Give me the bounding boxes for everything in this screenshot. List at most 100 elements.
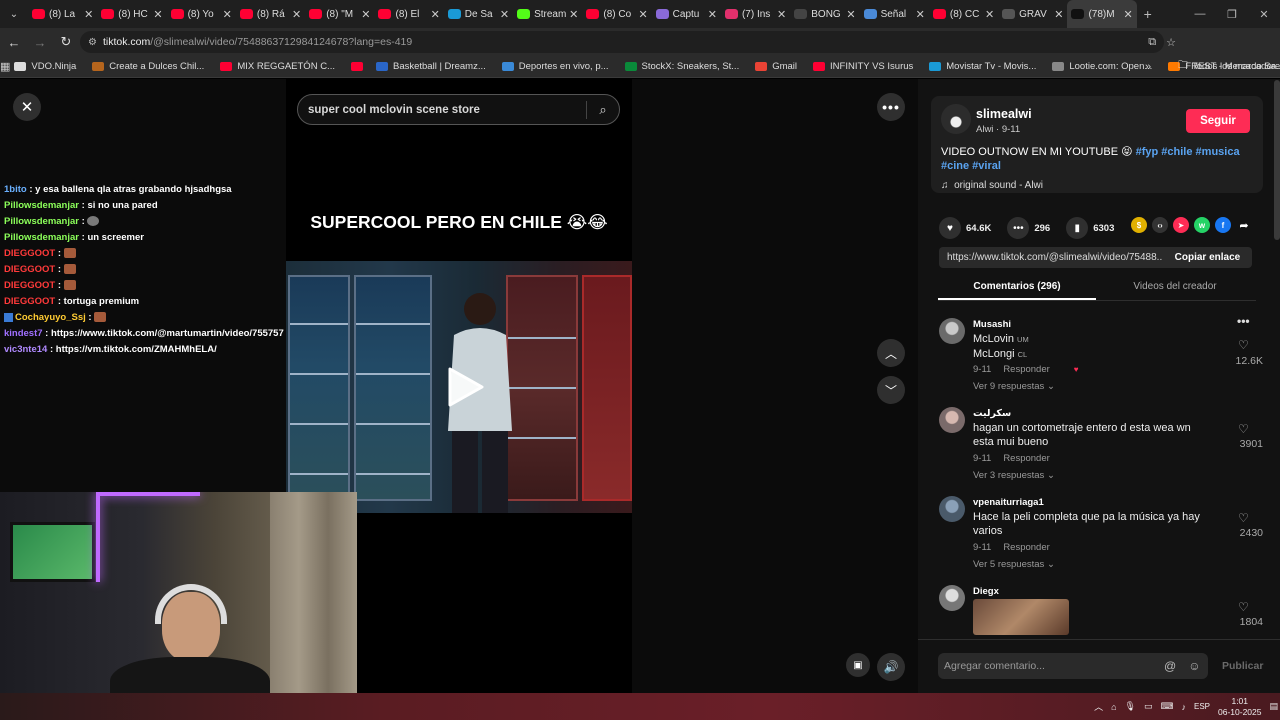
reply-button[interactable]: Responder: [1003, 364, 1049, 375]
commenter-username[interactable]: سكرليت: [973, 408, 1011, 419]
tab-close-icon[interactable]: ✕: [223, 8, 232, 21]
like-heart-icon[interactable]: ♥: [939, 217, 961, 239]
bookmark-item[interactable]: Basketball | Dreamz...: [375, 61, 486, 72]
browser-tab[interactable]: (8) Co ✕: [582, 0, 651, 28]
volume-icon[interactable]: 🔊: [877, 653, 905, 681]
creator-avatar[interactable]: [941, 104, 971, 134]
video-player[interactable]: [286, 261, 632, 513]
browser-tab[interactable]: Captu ✕: [652, 0, 721, 28]
bookmark-item[interactable]: [350, 62, 368, 71]
network-icon[interactable]: ⌨: [1160, 701, 1173, 712]
bookmark-item[interactable]: Create a Dulces Chil...: [92, 61, 204, 72]
comment-like-icon[interactable]: ♡: [1238, 511, 1249, 525]
follow-button[interactable]: Seguir: [1186, 109, 1250, 133]
emoji-icon[interactable]: ☺: [1188, 659, 1200, 673]
bookmark-item[interactable]: StockX: Sneakers, St...: [624, 61, 739, 72]
restore-icon[interactable]: ❐: [1216, 0, 1248, 28]
bookmark-item[interactable]: VDO.Ninja: [14, 61, 76, 72]
bookmark-item[interactable]: Deportes en vivo, p...: [501, 61, 609, 72]
publish-button[interactable]: Publicar: [1222, 660, 1263, 672]
sound-link[interactable]: ♫ original sound - Alwi: [941, 180, 1043, 191]
creator-username[interactable]: slimealwi: [976, 107, 1032, 121]
tray-chevron-icon[interactable]: ︿: [1094, 700, 1103, 713]
commenter-username[interactable]: Musashi: [973, 319, 1011, 330]
video-link-text[interactable]: https://www.tiktok.com/@slimealwi/video/…: [939, 252, 1163, 263]
tab-close-icon[interactable]: ✕: [500, 8, 509, 21]
apps-grid-icon[interactable]: ▦: [0, 60, 10, 73]
tab-creator-videos[interactable]: Videos del creador: [1096, 276, 1254, 300]
all-bookmarks-folder[interactable]: 🗀 Todos los marcadores: [1178, 58, 1280, 75]
embed-code-icon[interactable]: ‹›: [1152, 217, 1168, 233]
notifications-icon[interactable]: ▤: [1269, 701, 1278, 712]
tab-close-icon[interactable]: ✕: [153, 8, 162, 21]
display-icon[interactable]: ▭: [1144, 701, 1153, 712]
browser-tab[interactable]: (8) Yo ✕: [167, 0, 236, 28]
url-field[interactable]: ⚙ tiktok.com/@slimealwi/video/7548863712…: [80, 31, 1164, 53]
minimize-icon[interactable]: —: [1184, 0, 1216, 28]
previous-video-button[interactable]: ︿: [877, 339, 905, 367]
site-info-icon[interactable]: ⚙: [88, 37, 97, 48]
language-indicator[interactable]: ESP: [1194, 702, 1210, 711]
tab-close-icon[interactable]: ✕: [292, 8, 301, 21]
save-bookmark-icon[interactable]: ▮: [1066, 217, 1089, 239]
back-icon[interactable]: ←: [2, 30, 26, 54]
sound-name[interactable]: original sound - Alwi: [954, 180, 1043, 191]
browser-tab[interactable]: (7) Ins ✕: [721, 0, 790, 28]
hashtags-line1[interactable]: #fyp #chile #musica: [1136, 146, 1240, 158]
tab-close-icon[interactable]: ✕: [985, 8, 994, 21]
comment-like-icon[interactable]: ♡: [1238, 422, 1249, 436]
page-scrollbar[interactable]: [1274, 80, 1280, 240]
tab-close-icon[interactable]: ✕: [431, 8, 440, 21]
volume-tray-icon[interactable]: ♪: [1181, 702, 1186, 712]
bookmark-item[interactable]: Movistar Tv - Movis...: [929, 61, 1036, 72]
comment-like-icon[interactable]: ♡: [1238, 338, 1249, 352]
browser-tab[interactable]: De Sa ✕: [444, 0, 513, 28]
commenter-username[interactable]: Diegx: [973, 586, 999, 597]
share-arrow-icon[interactable]: ➦: [1236, 217, 1252, 233]
forward-icon[interactable]: →: [28, 30, 52, 54]
search-icon[interactable]: ⌕: [587, 102, 619, 118]
bookmark-item[interactable]: MIX REGGAETÓN C...: [220, 61, 335, 72]
comment-image[interactable]: [973, 599, 1069, 635]
play-icon[interactable]: [442, 365, 486, 409]
browser-tab[interactable]: (8) El ✕: [374, 0, 443, 28]
copy-link-button[interactable]: Copiar enlace: [1163, 252, 1252, 263]
browser-tab[interactable]: Stream ✕: [513, 0, 582, 28]
search-bar[interactable]: super cool mclovin scene store ⌕: [297, 94, 620, 125]
bookmark-item[interactable]: Gmail: [755, 61, 797, 72]
commenter-avatar[interactable]: [939, 585, 965, 611]
tab-search-chevron-icon[interactable]: ⌄: [0, 0, 28, 28]
comment-bubble-icon[interactable]: •••: [1007, 217, 1030, 239]
view-replies-button[interactable]: Ver 3 respuestas ⌄: [973, 470, 1055, 481]
facebook-icon[interactable]: f: [1215, 217, 1231, 233]
tab-close-icon[interactable]: ✕: [708, 8, 717, 21]
more-bookmarks-icon[interactable]: »: [1145, 61, 1151, 73]
browser-tab[interactable]: (8) "M ✕: [305, 0, 374, 28]
close-video-button[interactable]: ✕: [13, 93, 41, 121]
new-tab-button[interactable]: +: [1137, 6, 1159, 22]
browser-tab[interactable]: (8) CC ✕: [929, 0, 998, 28]
microphone-icon[interactable]: 🎙: [1125, 701, 1136, 712]
mini-player-icon[interactable]: ▣: [846, 653, 870, 677]
search-input[interactable]: super cool mclovin scene store: [298, 104, 586, 116]
browser-tab[interactable]: (8) Rá ✕: [236, 0, 305, 28]
bookmark-item[interactable]: INFINITY VS Isurus: [813, 61, 913, 72]
tab-close-icon[interactable]: ✕: [569, 8, 578, 21]
browser-tab[interactable]: (78)M ✕: [1067, 0, 1137, 28]
bookmark-item[interactable]: Lootie.com: Open...: [1052, 61, 1152, 72]
browser-tab[interactable]: GRAV ✕: [998, 0, 1067, 28]
reload-icon[interactable]: ↻: [54, 30, 78, 54]
reply-button[interactable]: Responder: [1003, 542, 1049, 553]
tab-comments[interactable]: Comentarios (296): [938, 276, 1096, 300]
commenter-avatar[interactable]: [939, 318, 965, 344]
clock[interactable]: 1:01 06-10-2025: [1218, 696, 1261, 718]
browser-tab[interactable]: Señal ✕: [860, 0, 929, 28]
tab-close-icon[interactable]: ✕: [361, 8, 370, 21]
browser-tab[interactable]: (8) La ✕: [28, 0, 97, 28]
tab-close-icon[interactable]: ✕: [1124, 8, 1133, 21]
more-options-button[interactable]: •••: [877, 93, 905, 121]
tab-close-icon[interactable]: ✕: [1054, 8, 1063, 21]
share-send-icon[interactable]: ➤: [1173, 217, 1189, 233]
next-video-button[interactable]: ﹀: [877, 376, 905, 404]
tab-close-icon[interactable]: ✕: [846, 8, 855, 21]
